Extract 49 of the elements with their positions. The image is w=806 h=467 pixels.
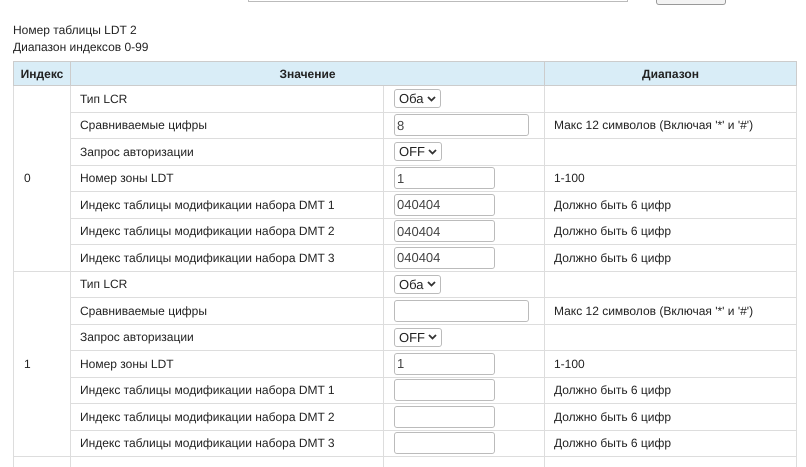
range-text: Макс 12 символов (Включая '*' и '#') (554, 118, 754, 132)
range-text: Должно быть 6 цифр (554, 436, 672, 450)
dropdown[interactable]: OFF (394, 142, 442, 162)
field-label: Номер зоны LDT (80, 356, 174, 371)
dropdown[interactable]: OFF (394, 328, 442, 347)
range-text: Должно быть 6 цифр (554, 383, 672, 398)
input-field[interactable]: 8 (394, 114, 529, 136)
range-text: 1-100 (554, 171, 585, 186)
field-label: Индекс таблицы модификации набора DMT 3 (80, 436, 335, 450)
column-header: Диапазон (544, 62, 796, 86)
caret-icon (426, 281, 436, 288)
field-label: Индекс таблицы модификации набора DMT 2 (80, 224, 335, 238)
field-label: Сравниваемые цифры (80, 304, 207, 318)
field-label: Номер зоны LDT (80, 171, 174, 186)
field-label: Запрос авторизации (80, 330, 194, 344)
input-field[interactable]: 1 (394, 352, 495, 375)
column-header: Значение (70, 62, 544, 86)
field-label: Индекс таблицы модификации набора DMT 2 (80, 410, 335, 424)
field-label: Сравниваемые цифры (80, 118, 207, 132)
field-label: Индекс таблицы модификации набора DMT 1 (80, 198, 335, 212)
field-label: Запрос авторизации (80, 144, 194, 159)
input-field[interactable] (394, 406, 495, 428)
dropdown[interactable]: Оба (394, 89, 440, 108)
field-label: Индекс таблицы модификации набора DMT 3 (80, 250, 335, 265)
caret-icon (428, 334, 437, 340)
index-cell: 1 (24, 356, 31, 371)
range-text: 1-100 (554, 356, 585, 371)
info-text: Номер таблицы LDT 2 (13, 22, 138, 39)
column-header: Индекс (14, 62, 70, 86)
field-label: Индекс таблицы модификации набора DMT 1 (80, 383, 335, 398)
range-text: Макс 12 символов (Включая '*' и '#') (554, 304, 754, 318)
dropdown[interactable]: Оба (394, 274, 440, 294)
input-field[interactable]: 040404 (394, 194, 495, 216)
input-field[interactable]: 040404 (394, 246, 495, 269)
range-text: Должно быть 6 цифр (554, 198, 672, 212)
index-cell: 0 (24, 171, 31, 186)
info-text: Диапазон индексов 0-99 (13, 39, 150, 56)
range-text: Должно быть 6 цифр (554, 224, 672, 238)
input-field[interactable] (394, 300, 529, 322)
caret-icon (426, 96, 436, 102)
input-field[interactable]: 1 (394, 167, 495, 190)
field-label: Тип LCR (80, 277, 128, 292)
range-text: Должно быть 6 цифр (554, 250, 672, 265)
range-text: Должно быть 6 цифр (554, 410, 672, 424)
field-label: Тип LCR (80, 92, 128, 106)
input-field[interactable] (394, 379, 495, 402)
caret-icon (428, 148, 437, 155)
input-field[interactable]: 040404 (394, 220, 495, 242)
input-field[interactable] (394, 432, 495, 454)
